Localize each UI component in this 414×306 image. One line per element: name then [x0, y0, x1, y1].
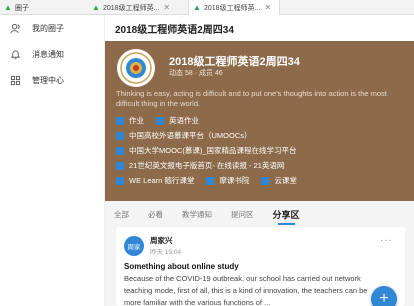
link-icon	[116, 146, 124, 155]
link-homework[interactable]: 作业	[116, 115, 144, 126]
link-icon	[156, 116, 164, 125]
link-label: 云课堂	[274, 176, 297, 185]
link-umoocs[interactable]: 中国高校外语慕课平台（UMOOCs）	[116, 130, 252, 141]
group-title: 2018级工程师英语2周四34	[169, 56, 300, 68]
sidebar-item-management[interactable]: 管理中心	[0, 67, 104, 93]
people-icon	[10, 23, 20, 33]
post-time: 昨天 19:04	[150, 249, 182, 256]
link-row: 中国高校外语慕课平台（UMOOCs）	[116, 128, 411, 143]
section-tabs: 全部 必看 教学通知 提问区 分享区	[105, 203, 405, 225]
circle-app-icon: ▲	[4, 2, 12, 12]
link-icon	[116, 176, 124, 185]
close-icon[interactable]: ✕	[264, 3, 271, 12]
group-motto: Thinking is easy, acting is difficult an…	[116, 89, 387, 108]
link-label: 中国大学MOOC(慕课)_国家精品课程在线学习平台	[129, 146, 297, 155]
sidebar-item-label: 我的圈子	[32, 23, 64, 33]
link-icon	[261, 176, 270, 185]
post-author[interactable]: 周家兴	[150, 235, 173, 246]
more-options-icon[interactable]: ···	[380, 235, 393, 246]
group-logo	[117, 49, 155, 87]
post-card[interactable]: 周家 周家兴 昨天 19:04 ··· Something about onli…	[116, 227, 405, 306]
tab-must-read[interactable]: 必看	[148, 209, 163, 220]
sidebar: 我的圈子 消息通知 管理中心	[0, 15, 105, 306]
tab-share[interactable]: 分享区	[273, 208, 300, 225]
link-row: 21世纪英文报电子版首页- 在线读报 - 21英语网	[116, 158, 411, 173]
link-welearn[interactable]: WE Learn 随行课堂	[116, 175, 194, 186]
link-row: 作业 英语作业	[116, 113, 411, 128]
sidebar-item-label: 管理中心	[32, 75, 64, 85]
sidebar-item-my-circles[interactable]: 我的圈子	[0, 15, 104, 41]
link-icourse-mooc[interactable]: 中国大学MOOC(慕课)_国家精品课程在线学习平台	[116, 145, 297, 156]
tab-questions[interactable]: 提问区	[231, 209, 254, 220]
link-english-homework[interactable]: 英语作业	[156, 115, 199, 126]
link-label: 中国高校外语慕课平台（UMOOCs）	[129, 131, 252, 140]
link-moke[interactable]: 摩课书院	[206, 175, 249, 186]
link-label: 21世纪英文报电子版首页- 在线读报 - 21英语网	[129, 161, 285, 170]
link-icon	[206, 176, 215, 185]
tab-label: 2018级工程师英...	[204, 4, 261, 12]
tab-label: 圈子	[15, 4, 29, 12]
link-label: WE Learn 随行课堂	[129, 176, 195, 185]
group-info-card: 2018级工程师英语2周四34 动态 58 · 成员 46 Thinking i…	[105, 41, 414, 201]
browser-tab-group-2[interactable]: ▲ 2018级工程师英... ✕	[188, 0, 280, 15]
link-icon	[116, 161, 124, 170]
sidebar-item-label: 消息通知	[32, 49, 64, 59]
post-title[interactable]: Something about online study	[124, 262, 239, 271]
page-title: 2018级工程师英语2周四34	[105, 15, 414, 41]
post-body: Because of the COVID-19 outbreak, our sc…	[124, 274, 368, 306]
link-label: 作业	[129, 116, 144, 125]
link-label: 摩课书院	[219, 176, 250, 185]
grid-icon	[10, 75, 21, 85]
tab-label: 2018级工程师英...	[103, 4, 160, 12]
content-area: 全部 必看 教学通知 提问区 分享区 周家 周家兴 昨天 19:04 ··· S…	[105, 201, 414, 306]
link-icon	[116, 131, 124, 140]
link-label: 英语作业	[169, 116, 199, 125]
link-icon	[116, 116, 124, 125]
tab-all[interactable]: 全部	[114, 209, 129, 220]
circle-app-icon: ▲	[193, 2, 201, 12]
close-icon[interactable]: ✕	[163, 3, 170, 12]
link-row: 中国大学MOOC(慕课)_国家精品课程在线学习平台	[116, 143, 411, 158]
avatar[interactable]: 周家	[124, 236, 144, 256]
add-post-button[interactable]: +	[371, 286, 397, 306]
group-links: 作业 英语作业 中国高校外语慕课平台（UMOOCs） 中国大学MOOC(慕课)_…	[116, 113, 411, 188]
bell-icon	[10, 49, 21, 59]
link-cloud-class[interactable]: 云课堂	[261, 175, 297, 186]
school-emblem-icon	[120, 52, 152, 84]
link-21st-century[interactable]: 21世纪英文报电子版首页- 在线读报 - 21英语网	[116, 160, 284, 171]
tab-teaching-notice[interactable]: 教学通知	[182, 209, 212, 220]
browser-tab-circle[interactable]: ▲ 圈子	[0, 0, 88, 15]
browser-tab-group-1[interactable]: ▲ 2018级工程师英... ✕	[88, 0, 188, 15]
sidebar-item-notifications[interactable]: 消息通知	[0, 41, 104, 67]
circle-app-icon: ▲	[92, 2, 100, 12]
group-stats: 动态 58 · 成员 46	[169, 70, 223, 77]
tab-strip: ▲ 圈子 ▲ 2018级工程师英... ✕ ▲ 2018级工程师英... ✕	[0, 0, 414, 15]
link-row: WE Learn 随行课堂 摩课书院 云课堂	[116, 173, 411, 188]
